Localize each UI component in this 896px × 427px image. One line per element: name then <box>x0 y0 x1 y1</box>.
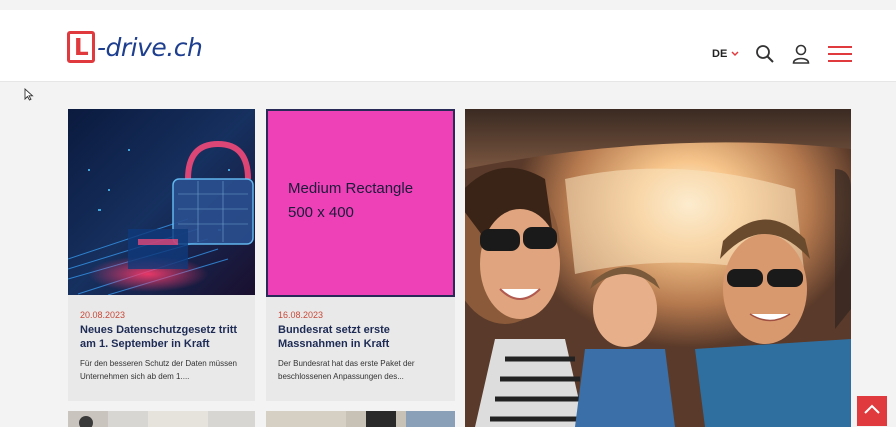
site-logo[interactable]: L -drive.ch <box>67 30 203 64</box>
hamburger-menu-icon[interactable] <box>828 45 852 68</box>
scroll-to-top-button[interactable] <box>857 396 887 426</box>
search-icon[interactable] <box>755 44 775 69</box>
site-header: L -drive.ch DE <box>0 10 896 82</box>
card-date: 16.08.2023 <box>278 310 324 320</box>
language-selector[interactable]: DE <box>712 48 739 60</box>
card-image-partial <box>68 411 255 427</box>
news-card[interactable]: 20.08.2023 Neues Datenschutzgesetz tritt… <box>68 109 255 401</box>
language-label: DE <box>712 48 728 60</box>
top-strip <box>0 0 896 10</box>
hero-image-family-car[interactable] <box>465 109 851 427</box>
card-date: 20.08.2023 <box>80 310 126 320</box>
card-description: Der Bundesrat hat das erste Paket der be… <box>278 359 415 381</box>
card-title[interactable]: Neues Datenschutzgesetz tritt am 1. Sept… <box>80 323 248 351</box>
ad-medium-rectangle[interactable]: Medium Rectangle 500 x 400 <box>266 109 455 297</box>
chevron-up-icon <box>863 402 881 420</box>
chevron-down-icon <box>731 49 739 59</box>
ad-label: Medium Rectangle 500 x 400 <box>288 180 414 221</box>
card-image-partial <box>266 411 455 427</box>
card-title[interactable]: Bundesrat setzt erste Massnahmen in Kraf… <box>278 323 446 351</box>
user-icon[interactable] <box>792 44 810 69</box>
logo-mark: L <box>67 31 95 63</box>
card-image-cyber-lock <box>68 109 255 295</box>
card-description: Für den besseren Schutz der Daten müssen… <box>80 359 237 381</box>
logo-text: -drive.ch <box>97 32 203 62</box>
mouse-cursor-icon <box>24 87 34 106</box>
